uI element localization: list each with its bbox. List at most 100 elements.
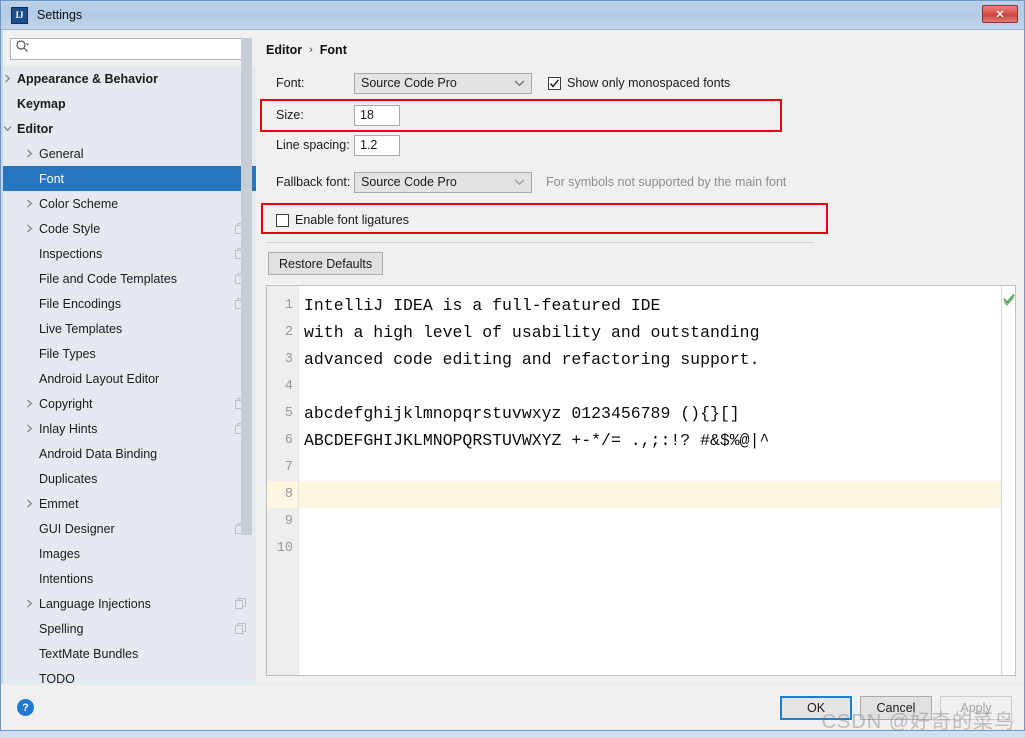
line-spacing-row: Line spacing: [264,131,1016,159]
size-row: Size: [264,101,1016,129]
sidebar-item-label: Color Scheme [39,196,119,211]
apply-button[interactable]: Apply [940,695,1012,720]
intellij-idea-icon: IJ [11,6,28,24]
font-select[interactable]: Source Code Pro [354,72,532,94]
sidebar-item-copyright[interactable]: Copyright [3,391,256,416]
sidebar-item-label: Emmet [39,496,79,511]
preview-line [299,373,1001,400]
sidebar-item-inlay-hints[interactable]: Inlay Hints [3,416,256,441]
sidebar-item-label: Inspections [39,246,103,261]
sidebar-item-editor[interactable]: Editor [3,116,256,141]
search-input[interactable] [32,40,248,58]
sidebar-item-label: Inlay Hints [39,421,98,436]
size-input[interactable] [354,104,400,126]
settings-sidebar: Appearance & Behavior Keymap Editor General… [3,30,256,684]
fallback-font-select[interactable]: Source Code Pro [354,171,532,193]
sidebar-item-android-layout-editor[interactable]: Android Layout Editor [3,366,256,391]
sidebar-item-label: Keymap [17,96,66,111]
line-number: 6 [284,433,293,448]
sidebar-item-color-scheme[interactable]: Color Scheme [3,191,256,216]
preview-line [299,454,1001,481]
dialog-body: Appearance & Behavior Keymap Editor General… [1,30,1024,684]
green-checkmark-icon [1002,292,1015,311]
size-label: Size: [276,108,304,122]
breadcrumb: Editor › Font [264,36,1016,64]
settings-tree[interactable]: Appearance & Behavior Keymap Editor General… [3,66,256,684]
sidebar-item-gui-designer[interactable]: GUI Designer [3,516,256,541]
sidebar-item-file-types[interactable]: File Types [3,341,256,366]
sidebar-item-label: Copyright [39,396,93,411]
cancel-button[interactable]: Cancel [860,695,932,720]
sidebar-item-font[interactable]: Font [3,166,256,191]
sidebar-item-label: Intentions [39,571,94,586]
sidebar-item-todo[interactable]: TODO [3,666,256,685]
sidebar-item-keymap[interactable]: Keymap [3,91,256,116]
fallback-font-label: Fallback font: [276,175,351,189]
sidebar-scrollbar-thumb[interactable] [241,38,252,535]
font-preview-editor[interactable]: 1 2 3 4 5 6 7 8 9 10 IntelliJ IDEA is a full-feat… [266,285,1016,676]
font-row: Font: Source Code Pro Show only monospac… [264,69,1016,97]
sidebar-item-label: File Encodings [39,296,121,311]
sidebar-item-label: GUI Designer [39,521,115,536]
chevron-down-icon [514,175,525,189]
sidebar-item-inspections[interactable]: Inspections [3,241,256,266]
chevron-right-icon[interactable] [3,73,13,84]
breadcrumb-separator: › [309,44,313,56]
line-number: 4 [284,379,293,394]
line-spacing-label: Line spacing: [276,138,350,152]
sidebar-item-images[interactable]: Images [3,541,256,566]
chevron-down-icon[interactable] [3,123,13,134]
chevron-right-icon[interactable] [24,223,35,234]
ligatures-row: Enable font ligatures [264,206,1016,234]
sidebar-item-label: Font [39,171,65,186]
sidebar-item-label: TODO [39,671,75,685]
title-bar: IJ Settings ✕ [1,1,1024,30]
monospaced-label: Show only monospaced fonts [567,76,731,90]
sidebar-item-appearance-behavior[interactable]: Appearance & Behavior [3,66,256,91]
sidebar-item-emmet[interactable]: Emmet [3,491,256,516]
close-icon[interactable]: ✕ [982,5,1018,23]
settings-dialog: IJ Settings ✕ Appearance & Behavior Keym… [0,0,1025,731]
line-number: 3 [284,352,293,367]
line-number-gutter: 1 2 3 4 5 6 7 8 9 10 [267,286,299,675]
sidebar-item-label: Android Data Binding [39,446,158,461]
chevron-right-icon[interactable] [24,498,35,509]
monospaced-checkbox[interactable] [548,76,561,90]
sidebar-item-label: Editor [17,121,54,136]
chevron-right-icon[interactable] [24,398,35,409]
preview-line: abcdefghijklmnopqrstuvwxyz 0123456789 ()… [304,404,740,423]
sidebar-item-spelling[interactable]: Spelling [3,616,256,641]
ok-button[interactable]: OK [780,695,852,720]
line-number: 10 [276,541,293,556]
window-title: Settings [37,8,83,22]
ligatures-checkbox[interactable] [276,213,289,227]
sidebar-item-label: Images [39,546,80,561]
chevron-right-icon[interactable] [24,423,35,434]
sidebar-scrollbar-track[interactable] [241,30,254,684]
sidebar-item-textmate-bundles[interactable]: TextMate Bundles [3,641,256,666]
monospaced-checkbox-row[interactable]: Show only monospaced fonts [548,76,730,90]
preview-text[interactable]: IntelliJ IDEA is a full-featured IDE with… [299,286,1001,675]
search-icon [15,39,30,59]
preview-line: advanced code editing and refactoring su… [304,350,760,369]
ligatures-checkbox-row[interactable]: Enable font ligatures [276,213,409,227]
sidebar-item-general[interactable]: General [3,141,256,166]
line-number: 1 [284,298,293,313]
sidebar-item-language-injections[interactable]: Language Injections [3,591,256,616]
sidebar-item-file-and-code-templates[interactable]: File and Code Templates [3,266,256,291]
chevron-right-icon[interactable] [24,198,35,209]
sidebar-item-android-data-binding[interactable]: Android Data Binding [3,441,256,466]
help-icon[interactable]: ? [17,699,34,716]
breadcrumb-root[interactable]: Editor [266,43,302,57]
sidebar-item-code-style[interactable]: Code Style [3,216,256,241]
search-box[interactable] [10,38,249,60]
ligatures-label: Enable font ligatures [295,213,409,227]
chevron-right-icon[interactable] [24,598,35,609]
sidebar-item-intentions[interactable]: Intentions [3,566,256,591]
chevron-right-icon[interactable] [24,148,35,159]
line-spacing-input[interactable] [354,134,400,156]
restore-defaults-button[interactable]: Restore Defaults [268,252,384,275]
sidebar-item-live-templates[interactable]: Live Templates [3,316,256,341]
sidebar-item-file-encodings[interactable]: File Encodings [3,291,256,316]
sidebar-item-duplicates[interactable]: Duplicates [3,466,256,491]
